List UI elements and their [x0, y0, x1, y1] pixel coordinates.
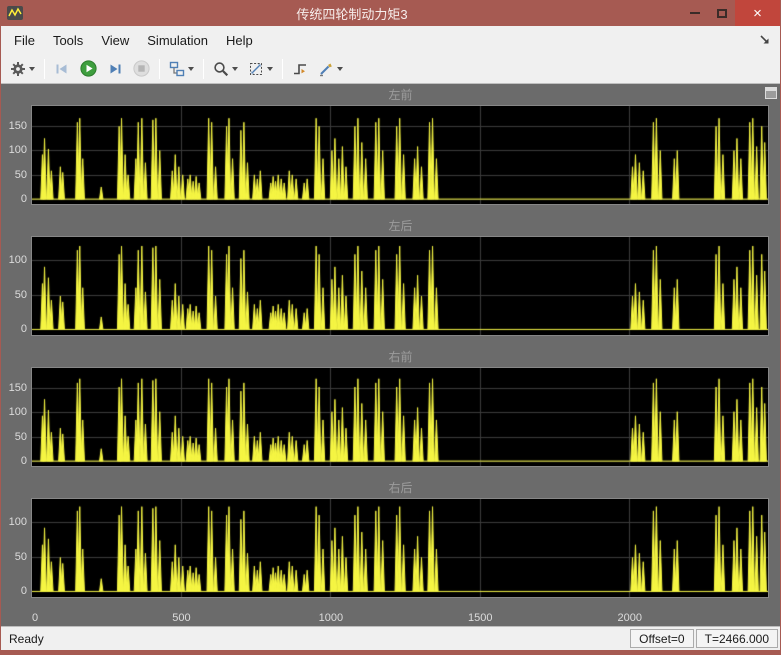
minimize-button[interactable]	[681, 0, 708, 26]
menu-help[interactable]: Help	[217, 28, 262, 53]
y-tick-label: 100	[8, 144, 27, 157]
measurement-pen-icon	[320, 63, 332, 76]
toolbar-separator	[44, 58, 45, 79]
menu-view[interactable]: View	[92, 28, 138, 53]
scope-display: 左前 0 50 100 150 左后 0 50 100 右前 0 50 100 150 右后 0…	[1, 84, 780, 626]
x-tick-label: 0	[32, 612, 39, 624]
y-tick-label: 0	[20, 323, 27, 336]
step-back-icon	[56, 64, 67, 73]
subplot-title: 左前	[388, 88, 413, 102]
step-forward-icon	[110, 64, 121, 73]
caret-down-icon	[337, 66, 343, 71]
x-tick-label: 1500	[468, 612, 493, 624]
highlight-block-icon	[169, 61, 185, 76]
toolbar-separator	[159, 58, 160, 79]
scope-subplot: 右前 0 50 100 150	[1, 350, 780, 467]
step-forward-button[interactable]	[102, 57, 128, 81]
highlight-block-button[interactable]	[164, 57, 199, 81]
window-title: 传统四轮制动力矩3	[296, 6, 408, 22]
y-tick-label: 0	[20, 193, 27, 206]
status-bar: Ready Offset=0 T=2466.000	[1, 626, 780, 650]
step-back-button[interactable]	[49, 57, 75, 81]
offset-readout: Offset=0	[630, 629, 694, 648]
menu-bar: File Tools View Simulation Help	[1, 26, 780, 54]
gear-icon	[11, 61, 25, 76]
time-readout: T=2466.000	[695, 629, 778, 648]
y-tick-label: 100	[8, 515, 27, 528]
toolbar-separator	[203, 58, 204, 79]
caret-down-icon	[267, 66, 273, 71]
y-tick-label: 50	[14, 168, 27, 181]
y-tick-label: 150	[8, 381, 27, 394]
measurements-button[interactable]	[313, 57, 348, 81]
magnifier-icon	[214, 61, 229, 76]
status-text: Ready	[9, 631, 44, 646]
y-axis-labels: 0 50 100	[1, 498, 31, 598]
minimize-icon	[689, 12, 700, 14]
menu-simulation[interactable]: Simulation	[138, 28, 217, 53]
signal-canvas[interactable]	[32, 237, 768, 335]
y-tick-label: 50	[14, 550, 27, 563]
menu-file[interactable]: File	[5, 28, 44, 53]
y-tick-label: 150	[8, 119, 27, 132]
menu-tools[interactable]: Tools	[44, 28, 92, 53]
x-tick-label: 2000	[617, 612, 642, 624]
signal-canvas[interactable]	[32, 368, 768, 466]
settings-button[interactable]	[5, 57, 40, 81]
fit-to-view-button[interactable]	[243, 57, 278, 81]
scope-window: 传统四轮制动力矩3 × File Tools View Simulation H…	[0, 0, 781, 655]
scope-subplot: 左后 0 50 100	[1, 219, 780, 336]
window-controls: ×	[681, 0, 780, 26]
run-icon	[80, 60, 97, 77]
close-button[interactable]: ×	[735, 0, 780, 26]
scope-subplot: 右后 0 50 100	[1, 481, 780, 598]
trigger-icon	[294, 63, 306, 74]
y-tick-label: 50	[14, 288, 27, 301]
y-axis-labels: 0 50 100 150	[1, 105, 31, 206]
toolbar-separator	[282, 58, 283, 79]
y-axis-labels: 0 50 100 150	[1, 367, 31, 468]
subplot-title: 左后	[388, 219, 413, 233]
scope-app-icon	[7, 6, 23, 20]
subplot-title: 右前	[388, 350, 413, 364]
y-tick-label: 100	[8, 406, 27, 419]
x-axis-labels: 0 500 1000 1500 2000	[32, 612, 769, 626]
title-bar[interactable]: 传统四轮制动力矩3 ×	[1, 0, 780, 26]
y-tick-label: 0	[20, 585, 27, 598]
signal-canvas[interactable]	[32, 499, 768, 597]
zoom-button[interactable]	[208, 57, 243, 81]
maximize-button[interactable]	[708, 0, 735, 26]
caret-down-icon	[232, 66, 238, 71]
y-tick-label: 100	[8, 253, 27, 266]
fit-to-view-icon	[250, 62, 262, 75]
caret-down-icon	[188, 66, 194, 71]
x-tick-label: 1000	[318, 612, 344, 624]
y-tick-label: 0	[20, 455, 27, 468]
subplot-title: 右后	[388, 481, 413, 495]
y-tick-label: 50	[14, 430, 27, 443]
toolbar	[1, 54, 780, 84]
close-icon: ×	[753, 4, 762, 22]
stop-icon	[133, 60, 150, 77]
stop-button[interactable]	[128, 57, 155, 81]
run-button[interactable]	[75, 57, 102, 81]
signal-canvas[interactable]	[32, 106, 768, 204]
x-tick-label: 500	[172, 612, 191, 624]
caret-down-icon	[29, 66, 35, 71]
dock-arrow-icon[interactable]	[756, 31, 774, 49]
maximize-axes-icon[interactable]	[765, 87, 777, 99]
trigger-button[interactable]	[287, 57, 313, 81]
maximize-icon	[716, 8, 727, 18]
scope-subplot: 左前 0 50 100 150	[1, 88, 780, 205]
y-axis-labels: 0 50 100	[1, 236, 31, 336]
